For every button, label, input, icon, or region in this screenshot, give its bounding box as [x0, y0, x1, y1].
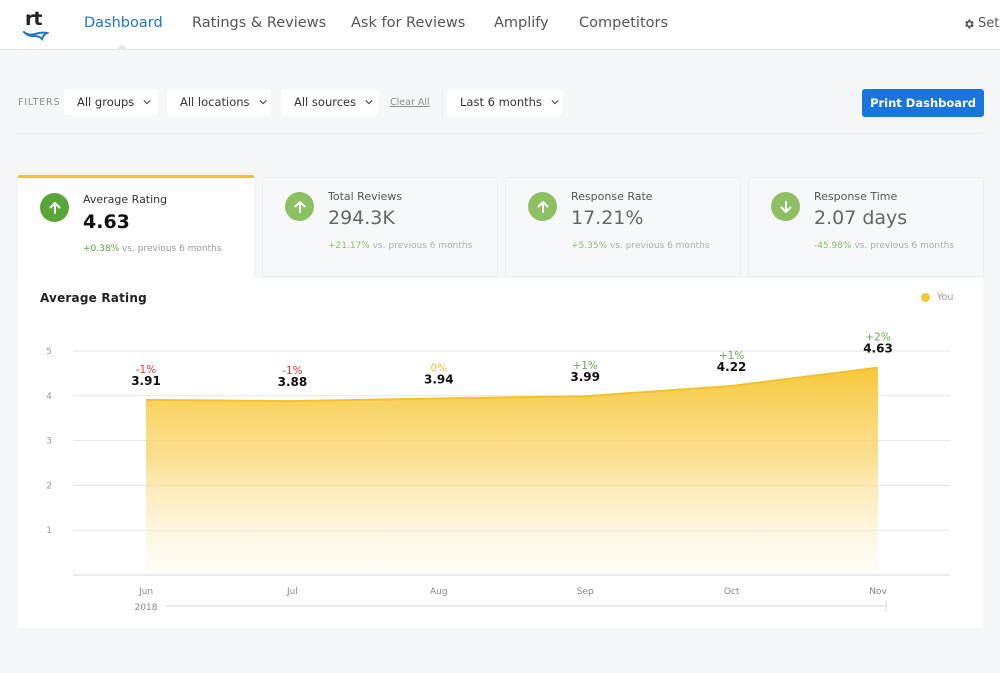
y-tick-label: 3 — [46, 437, 52, 447]
value-label: 4.63 — [863, 342, 893, 356]
arrow-up-icon — [528, 192, 557, 221]
area-chart: -1%3.91-1%3.880%3.94+1%3.99+1%4.22+2%4.6… — [46, 332, 950, 613]
kpi-delta-percent: +21.17% — [328, 241, 370, 251]
x-tick-label: Oct — [724, 587, 740, 597]
chevron-down-icon — [551, 100, 559, 105]
chevron-down-icon — [258, 100, 267, 105]
x-tick-label: Aug — [430, 587, 448, 597]
kpi-delta: +0.38% vs. previous 6 months — [83, 244, 222, 254]
x-tick-label: Sep — [577, 587, 594, 597]
y-tick-label: 5 — [46, 347, 52, 357]
x-tick-label: Jun — [138, 587, 153, 597]
kpi-delta: -45.98% vs. previous 6 months — [814, 241, 954, 251]
print-dashboard-button[interactable]: Print Dashboard — [862, 89, 984, 117]
arrow-up-icon — [40, 193, 69, 222]
nav-ask-for-reviews[interactable]: Ask for Reviews — [351, 15, 465, 31]
groups-filter-value: All groups — [77, 95, 135, 109]
area-fill — [146, 367, 878, 575]
settings-link[interactable]: Set — [963, 16, 999, 31]
sources-filter-value: All sources — [294, 95, 357, 109]
filters-label: FILTERS — [18, 97, 61, 108]
kpi-card-response-rate[interactable]: Response Rate 17.21% +5.35% vs. previous… — [505, 177, 741, 277]
chevron-down-icon — [143, 100, 151, 105]
logo[interactable]: rt — [22, 8, 52, 42]
settings-label: Set — [978, 16, 1000, 31]
chevron-down-icon — [365, 100, 373, 105]
value-label: 4.22 — [717, 360, 747, 374]
y-tick-label: 1 — [46, 526, 52, 536]
arrow-up-icon — [285, 192, 314, 221]
kpi-delta-suffix: vs. previous 6 months — [851, 241, 955, 251]
kpi-delta-suffix: vs. previous 6 months — [119, 244, 222, 254]
nav-competitors[interactable]: Competitors — [579, 15, 668, 31]
gear-icon — [965, 19, 974, 28]
kpi-title: Response Time — [814, 190, 898, 203]
section-divider — [15, 133, 983, 134]
arrow-down-icon — [771, 192, 800, 221]
locations-filter-dropdown[interactable]: All locations — [167, 89, 271, 115]
nav-dashboard[interactable]: Dashboard — [84, 15, 163, 31]
kpi-value: 294.3K — [328, 207, 395, 229]
logo-speech-icon — [23, 31, 49, 41]
locations-filter-value: All locations — [180, 95, 250, 109]
top-navigation: rt Dashboard Ratings & Reviews Ask for R… — [0, 0, 1000, 50]
kpi-delta-suffix: vs. previous 6 months — [607, 241, 710, 251]
kpi-title: Average Rating — [83, 193, 168, 206]
kpi-delta-suffix: vs. previous 6 months — [369, 241, 473, 251]
nav-ratings-reviews[interactable]: Ratings & Reviews — [192, 15, 326, 31]
nav-amplify[interactable]: Amplify — [494, 15, 549, 31]
period-filter-dropdown[interactable]: Last 6 months — [447, 89, 563, 115]
logo-text: rt — [25, 8, 42, 30]
value-label: 3.94 — [424, 372, 454, 386]
year-label: 2018 — [135, 603, 158, 613]
y-tick-label: 2 — [46, 481, 52, 491]
kpi-value: 2.07 days — [814, 207, 908, 229]
sources-filter-dropdown[interactable]: All sources — [281, 89, 379, 115]
kpi-delta-percent: +0.38% — [83, 244, 120, 254]
value-label: 3.88 — [278, 375, 308, 389]
x-tick-label: Nov — [869, 587, 887, 597]
kpi-delta-percent: -45.98% — [814, 241, 852, 251]
kpi-title: Total Reviews — [328, 190, 403, 203]
value-label: 3.99 — [570, 370, 600, 384]
x-tick-label: Jul — [286, 587, 298, 597]
kpi-value: 17.21% — [571, 207, 644, 229]
clear-all-link[interactable]: Clear All — [390, 97, 430, 108]
kpi-value: 4.63 — [83, 211, 130, 233]
average-rating-chart-panel: Average Rating You -1% 3.91 -1% 3.88 0% 3.94 +… — [18, 278, 983, 628]
kpi-card-response-time[interactable]: Response Time 2.07 days -45.98% vs. prev… — [748, 177, 984, 277]
kpi-card-total-reviews[interactable]: Total Reviews 294.3K +21.17% vs. previou… — [262, 177, 498, 277]
kpi-delta: +21.17% vs. previous 6 months — [328, 241, 472, 251]
kpi-card-average-rating[interactable]: Average Rating 4.63 +0.38% vs. previous … — [18, 175, 254, 285]
kpi-delta-percent: +5.35% — [571, 241, 608, 251]
value-label: 3.91 — [131, 374, 161, 388]
kpi-title: Response Rate — [571, 190, 653, 203]
kpi-delta: +5.35% vs. previous 6 months — [571, 241, 710, 251]
groups-filter-dropdown[interactable]: All groups — [64, 89, 158, 115]
period-filter-value: Last 6 months — [460, 95, 542, 109]
active-nav-indicator — [116, 44, 128, 50]
y-tick-label: 4 — [46, 392, 52, 402]
filter-divider — [442, 86, 443, 118]
